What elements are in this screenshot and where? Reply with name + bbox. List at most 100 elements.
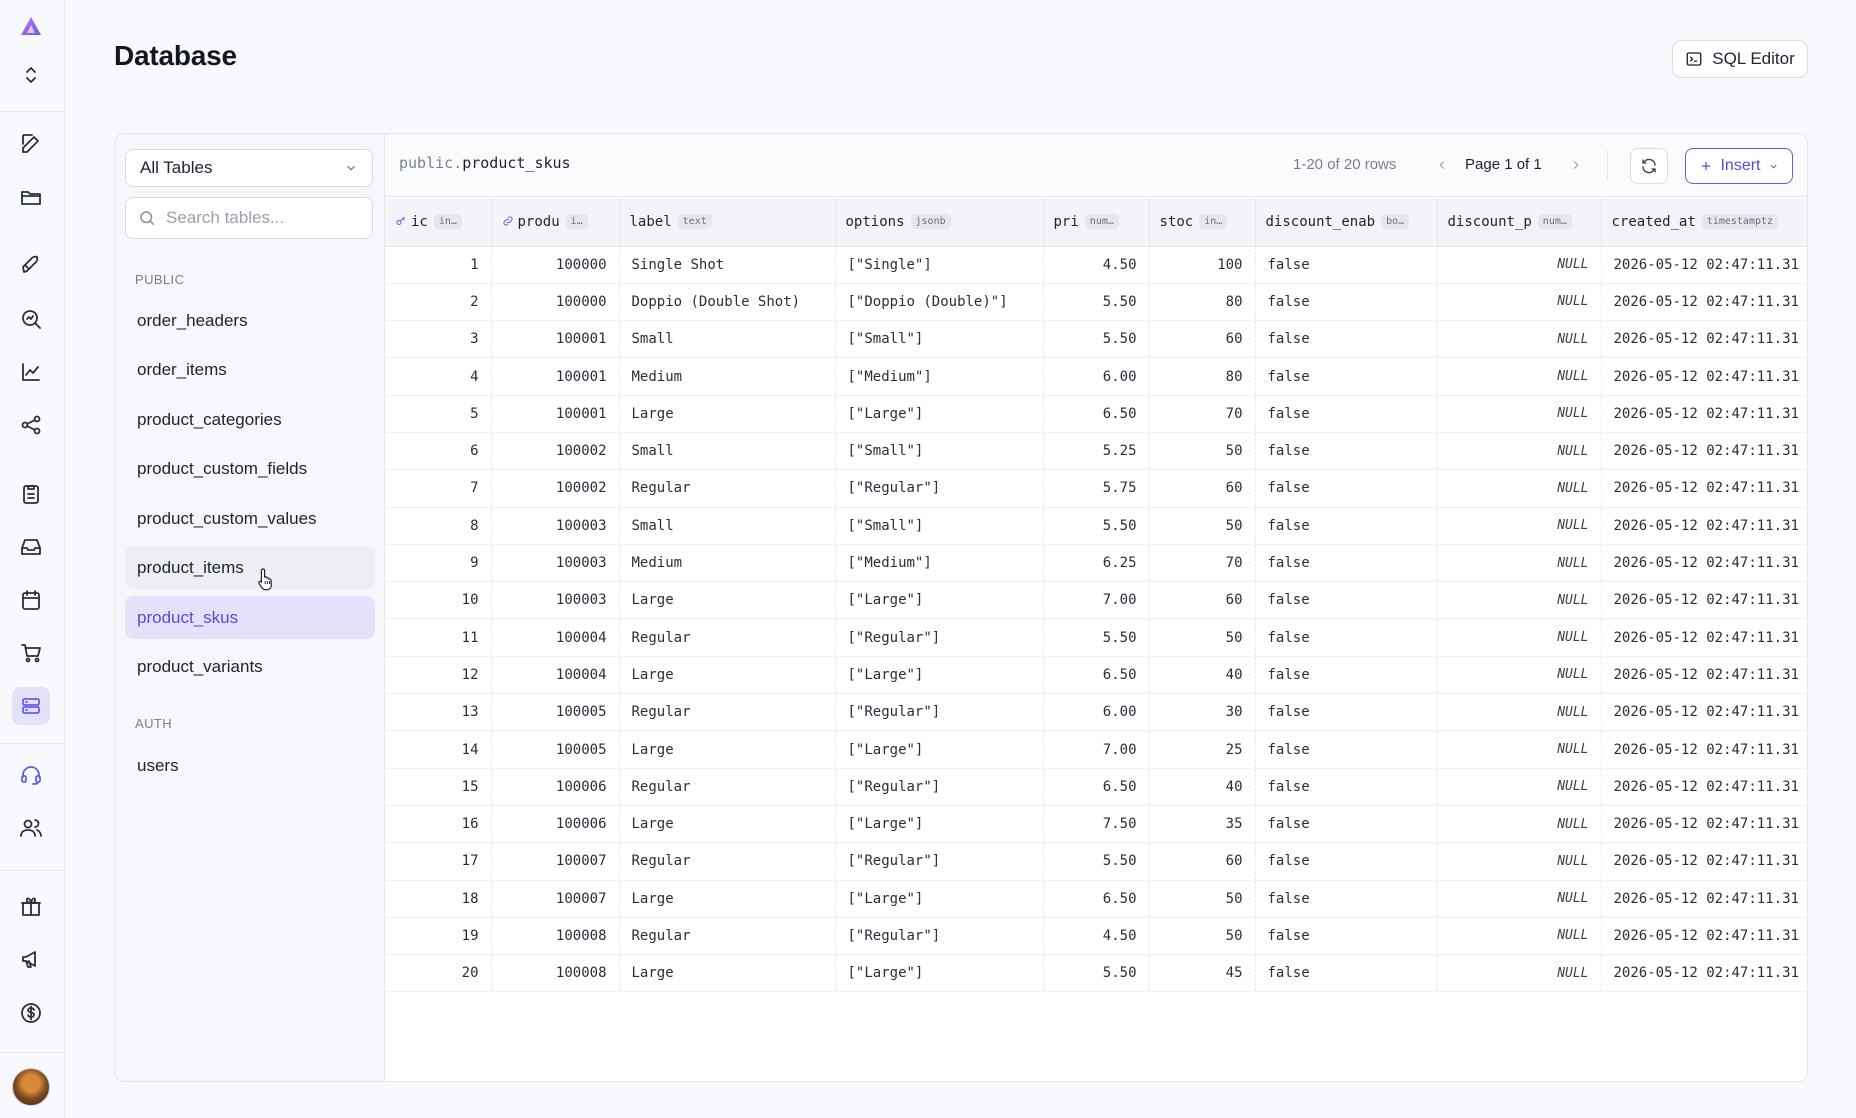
table-cell[interactable]: 18 xyxy=(385,880,492,918)
table-row[interactable]: 5 100001 Large ["Large"] 6.50 70 false NULL 2026… xyxy=(385,395,1807,433)
table-cell[interactable]: false xyxy=(1255,469,1438,508)
table-cell[interactable]: 2026-05-12 02:47:11.31 xyxy=(1601,432,1807,471)
table-cell[interactable]: Regular xyxy=(619,469,836,508)
clipboard-icon[interactable] xyxy=(12,475,50,513)
table-cell[interactable]: NULL xyxy=(1437,842,1602,881)
table-cell[interactable]: false xyxy=(1255,618,1438,657)
table-cell[interactable]: NULL xyxy=(1437,246,1602,284)
table-cell[interactable]: 100003 xyxy=(491,581,620,620)
table-cell[interactable]: ["Regular"] xyxy=(835,768,1044,806)
table-cell[interactable]: 2026-05-12 02:47:11.31 xyxy=(1601,693,1807,732)
table-cell[interactable]: 100004 xyxy=(491,618,620,657)
table-row[interactable]: 7 100002 Regular ["Regular"] 5.75 60 false NULL… xyxy=(385,469,1807,508)
table-cell[interactable]: 50 xyxy=(1149,618,1256,657)
table-cell[interactable]: Small xyxy=(619,507,836,545)
table-cell[interactable]: 2026-05-12 02:47:11.31 xyxy=(1601,544,1807,583)
table-cell[interactable]: ["Regular"] xyxy=(835,469,1044,508)
table-cell[interactable]: Doppio (Double Shot) xyxy=(619,283,836,322)
table-cell[interactable]: ["Doppio (Double)"] xyxy=(835,283,1044,322)
table-cell[interactable]: 2026-05-12 02:47:11.31 xyxy=(1601,805,1807,844)
table-cell[interactable]: ["Large"] xyxy=(835,954,1044,993)
column-header-1[interactable]: produ i… xyxy=(491,198,620,247)
table-cell[interactable]: NULL xyxy=(1437,581,1602,620)
table-cell[interactable]: 100001 xyxy=(491,357,620,396)
table-cell[interactable]: 16 xyxy=(385,805,492,844)
table-cell[interactable]: 9 xyxy=(385,544,492,583)
table-cell[interactable]: 100006 xyxy=(491,768,620,806)
table-cell[interactable]: 5.50 xyxy=(1043,618,1150,657)
table-cell[interactable]: Single Shot xyxy=(619,246,836,284)
table-cell[interactable]: NULL xyxy=(1437,656,1602,695)
column-header-6[interactable]: discount_enab bo… xyxy=(1255,198,1438,247)
table-cell[interactable]: 50 xyxy=(1149,507,1256,545)
table-cell[interactable]: NULL xyxy=(1437,357,1602,396)
table-cell[interactable]: 4 xyxy=(385,357,492,396)
table-cell[interactable]: 70 xyxy=(1149,544,1256,583)
sidebar-item-product-categories[interactable]: product_categories xyxy=(125,398,375,441)
table-cell[interactable]: 17 xyxy=(385,842,492,881)
table-cell[interactable]: 25 xyxy=(1149,730,1256,769)
table-cell[interactable]: Regular xyxy=(619,842,836,881)
sidebar-item-product-custom-values[interactable]: product_custom_values xyxy=(125,497,375,540)
column-header-4[interactable]: pri num… xyxy=(1043,198,1150,247)
table-cell[interactable]: 6.25 xyxy=(1043,544,1150,583)
table-cell[interactable]: 5.50 xyxy=(1043,842,1150,881)
inbox-icon[interactable] xyxy=(12,528,50,566)
insert-button[interactable]: Insert xyxy=(1685,148,1793,184)
column-header-7[interactable]: discount_p num… xyxy=(1437,198,1602,247)
table-cell[interactable]: ["Large"] xyxy=(835,395,1044,433)
table-cell[interactable]: 80 xyxy=(1149,357,1256,396)
table-cell[interactable]: 2026-05-12 02:47:11.31 xyxy=(1601,917,1807,956)
table-cell[interactable]: false xyxy=(1255,805,1438,844)
table-cell[interactable]: Regular xyxy=(619,768,836,806)
table-cell[interactable]: 50 xyxy=(1149,432,1256,471)
next-page-button[interactable] xyxy=(1565,152,1587,178)
table-cell[interactable]: false xyxy=(1255,395,1438,433)
table-cell[interactable]: 40 xyxy=(1149,656,1256,695)
table-cell[interactable]: NULL xyxy=(1437,507,1602,545)
table-row[interactable]: 20 100008 Large ["Large"] 5.50 45 false NULL 202… xyxy=(385,954,1807,993)
table-cell[interactable]: ["Regular"] xyxy=(835,693,1044,732)
share-icon[interactable] xyxy=(12,406,50,444)
table-cell[interactable]: 19 xyxy=(385,917,492,956)
sidebar-item-order-items[interactable]: order_items xyxy=(125,348,375,391)
table-cell[interactable]: ["Large"] xyxy=(835,880,1044,918)
table-cell[interactable]: 2026-05-12 02:47:11.31 xyxy=(1601,954,1807,993)
table-cell[interactable]: 35 xyxy=(1149,805,1256,844)
table-cell[interactable]: false xyxy=(1255,432,1438,471)
table-cell[interactable]: false xyxy=(1255,357,1438,396)
table-cell[interactable]: 60 xyxy=(1149,842,1256,881)
table-cell[interactable]: Large xyxy=(619,880,836,918)
table-cell[interactable]: 50 xyxy=(1149,917,1256,956)
search-tables-input[interactable] xyxy=(166,208,356,228)
table-cell[interactable]: false xyxy=(1255,246,1438,284)
table-cell[interactable]: NULL xyxy=(1437,805,1602,844)
table-cell[interactable]: Regular xyxy=(619,917,836,956)
table-cell[interactable]: ["Large"] xyxy=(835,581,1044,620)
table-cell[interactable]: 3 xyxy=(385,320,492,359)
column-header-8[interactable]: created_at timestamptz xyxy=(1601,198,1807,247)
table-cell[interactable]: 2026-05-12 02:47:11.31 xyxy=(1601,507,1807,545)
column-header-0[interactable]: ic in… xyxy=(385,198,492,247)
table-row[interactable]: 1 100000 Single Shot ["Single"] 4.50 100 false… xyxy=(385,246,1807,284)
table-cell[interactable]: NULL xyxy=(1437,768,1602,806)
table-cell[interactable]: Small xyxy=(619,432,836,471)
sidebar-item-product-variants[interactable]: product_variants xyxy=(125,645,375,688)
table-cell[interactable]: 2026-05-12 02:47:11.31 xyxy=(1601,246,1807,284)
table-cell[interactable]: 11 xyxy=(385,618,492,657)
table-cell[interactable]: Regular xyxy=(619,618,836,657)
table-cell[interactable]: false xyxy=(1255,842,1438,881)
table-cell[interactable]: ["Medium"] xyxy=(835,544,1044,583)
table-cell[interactable]: 100001 xyxy=(491,320,620,359)
table-row[interactable]: 3 100001 Small ["Small"] 5.50 60 false NULL 2026… xyxy=(385,320,1807,359)
table-cell[interactable]: Large xyxy=(619,395,836,433)
table-cell[interactable]: 100005 xyxy=(491,730,620,769)
table-cell[interactable]: false xyxy=(1255,917,1438,956)
table-cell[interactable]: 2026-05-12 02:47:11.31 xyxy=(1601,730,1807,769)
table-cell[interactable]: ["Small"] xyxy=(835,432,1044,471)
table-cell[interactable]: NULL xyxy=(1437,432,1602,471)
table-cell[interactable]: 60 xyxy=(1149,581,1256,620)
table-cell[interactable]: 6 xyxy=(385,432,492,471)
table-row[interactable]: 10 100003 Large ["Large"] 7.00 60 false NULL 202… xyxy=(385,581,1807,620)
table-cell[interactable]: 6.50 xyxy=(1043,768,1150,806)
